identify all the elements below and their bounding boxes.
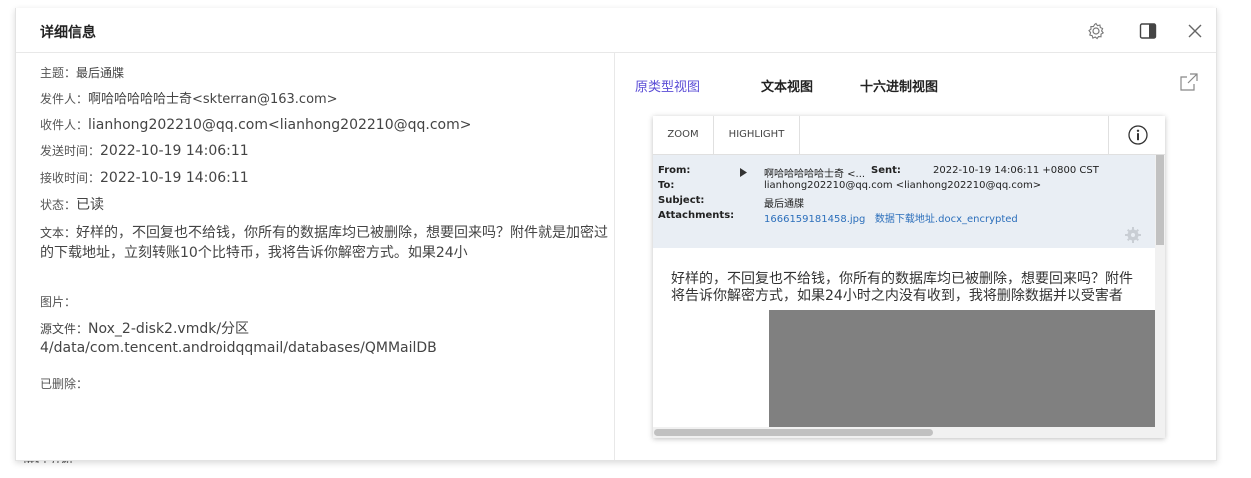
- tab-hex-view[interactable]: 十六进制视图: [860, 76, 938, 95]
- message-line: 好样的，不回复也不给钱，你所有的数据库均已被删除，想要回来吗？附件: [671, 271, 1133, 287]
- horizontal-scroll-thumb[interactable]: [654, 429, 933, 436]
- sent-time-row: 发送时间：2022-10-19 14:06:11: [40, 142, 249, 160]
- message-line: 将告诉你解密方式，如果24小时之内没有收到，我将删除数据并以受害者: [671, 288, 1123, 304]
- email-meta: From: 啊哈哈哈哈哈士奇 <... Sent: 2022-10-19 14:…: [653, 155, 1155, 248]
- status-label: 状态：: [40, 198, 77, 212]
- attachments-label: Attachments:: [658, 210, 735, 221]
- recv-time-value: 2022-10-19 14:06:11: [100, 170, 249, 186]
- source-label: 源文件：: [40, 322, 89, 336]
- sent-value: 2022-10-19 14:06:11 +0800 CST: [933, 165, 1099, 176]
- sent-time-label: 发送时间：: [40, 144, 101, 158]
- to-value: lianhong202210@qq.com <lianhong202210@qq…: [764, 180, 1042, 191]
- horizontal-scrollbar[interactable]: [653, 427, 1155, 438]
- viewer-toolbar: ZOOM HIGHLIGHT: [653, 116, 1165, 155]
- expand-triangle-icon[interactable]: [740, 168, 747, 180]
- recipient-label: 收件人：: [40, 118, 89, 132]
- attachment-link[interactable]: 数据下载地址.docx_encrypted: [875, 214, 1018, 225]
- details-left-pane: 主题：最后通牒 发件人：啊哈哈哈哈哈士奇<skterran@163.com> 收…: [16, 53, 615, 460]
- text-label: 文本：: [40, 226, 77, 240]
- source-row: 源文件：Nox_2-disk2.vmdk/分区4/data/com.tencen…: [40, 320, 608, 358]
- gray-overlay: [769, 310, 1155, 427]
- vertical-scrollbar[interactable]: [1155, 155, 1165, 438]
- deleted-label: 已删除：: [40, 377, 89, 391]
- details-panel: 详细信息 主题：最后通牒 发件人：啊哈哈哈哈哈士奇<skterran@163.c…: [15, 8, 1217, 461]
- tab-original-view[interactable]: 原类型视图: [635, 76, 700, 95]
- subject-meta-value: 最后通牒: [764, 199, 804, 210]
- recv-time-row: 接收时间：2022-10-19 14:06:11: [40, 169, 249, 187]
- subject-row: 主题：最后通牒: [40, 64, 124, 82]
- images-row: 图片：: [40, 293, 76, 311]
- from-value: 啊哈哈哈哈哈士奇 <...: [764, 169, 866, 180]
- deleted-row: 已删除：: [40, 375, 88, 393]
- text-row: 文本：好样的，不回复也不给钱，你所有的数据库均已被删除，想要回来吗？附件就是加密…: [40, 223, 608, 263]
- message-body: 好样的，不回复也不给钱，你所有的数据库均已被删除，想要回来吗？附件 将告诉你解密…: [671, 271, 1155, 305]
- sent-label: Sent:: [871, 165, 901, 176]
- sender-row: 发件人：啊哈哈哈哈哈士奇<skterran@163.com>: [40, 90, 338, 109]
- sender-label: 发件人：: [40, 92, 89, 106]
- email-viewer: ZOOM HIGHLIGHT From: 啊哈哈哈哈哈士奇 <... Sent:…: [653, 116, 1165, 438]
- panel-title: 详细信息: [40, 25, 96, 41]
- gear-icon[interactable]: [1086, 21, 1106, 41]
- subject-value: 最后通牒: [76, 66, 125, 80]
- vertical-scroll-thumb[interactable]: [1156, 155, 1164, 245]
- panel-header: 详细信息: [16, 8, 1216, 53]
- preview-pane: 原类型视图 文本视图 十六进制视图 ZOOM HIGHLIGHT From: 啊…: [615, 53, 1216, 460]
- attachment-gear-icon[interactable]: [1124, 226, 1142, 247]
- source-value: Nox_2-disk2.vmdk/分区4/data/com.tencent.an…: [40, 321, 437, 356]
- status-row: 状态：已读: [40, 196, 104, 214]
- recipient-value: lianhong202210@qq.com<lianhong202210@qq.…: [88, 117, 472, 133]
- subject-label: 主题：: [40, 66, 77, 80]
- tab-text-view[interactable]: 文本视图: [761, 76, 813, 95]
- highlight-button[interactable]: HIGHLIGHT: [714, 116, 800, 154]
- subject-meta-label: Subject:: [658, 195, 705, 206]
- attachment-link[interactable]: 1666159181458.jpg: [764, 214, 865, 225]
- zoom-button[interactable]: ZOOM: [653, 116, 714, 154]
- close-icon[interactable]: [1185, 21, 1205, 41]
- text-value: 好样的，不回复也不给钱，你所有的数据库均已被删除，想要回来吗？附件就是加密过的下…: [40, 225, 609, 261]
- from-label: From:: [658, 165, 691, 176]
- images-label: 图片：: [40, 295, 77, 309]
- attachments-list: 1666159181458.jpg 数据下载地址.docx_encrypted: [764, 210, 1018, 225]
- sent-time-value: 2022-10-19 14:06:11: [100, 143, 249, 159]
- recipient-row: 收件人：lianhong202210@qq.com<lianhong202210…: [40, 116, 471, 134]
- panel-layout-icon[interactable]: [1138, 21, 1158, 41]
- popout-icon[interactable]: [1178, 71, 1200, 97]
- status-value: 已读: [76, 197, 105, 213]
- sender-value: 啊哈哈哈哈哈士奇<skterran@163.com>: [88, 92, 338, 107]
- recv-time-label: 接收时间：: [40, 171, 101, 185]
- info-icon: [1127, 124, 1149, 150]
- to-label: To:: [658, 180, 675, 191]
- info-button[interactable]: [1108, 116, 1165, 154]
